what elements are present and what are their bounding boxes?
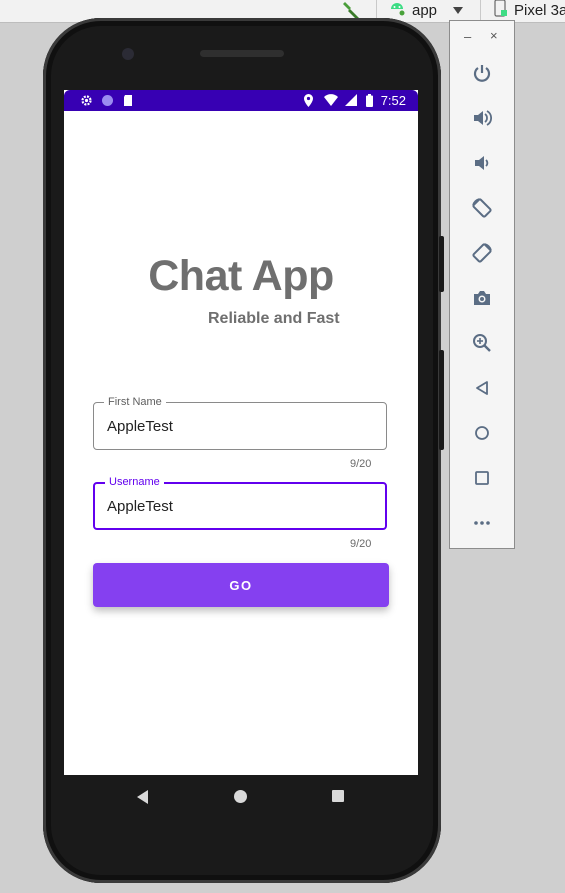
emulator-control-panel: – × [449,20,515,549]
run-config-label: app [412,1,438,19]
notification-circle-icon [101,94,114,107]
phone-screen: 7:52 Chat App Reliable and Fast First Na… [64,90,418,775]
zoom-icon[interactable] [470,331,494,355]
username-input[interactable] [107,498,367,515]
app-title: Chat App [148,252,334,300]
volume-side-button [439,350,444,450]
clock-time: 7:52 [380,93,406,108]
username-label: Username [105,476,164,488]
location-icon [303,94,316,107]
status-bar: 7:52 [64,90,418,111]
cell-signal-icon [344,94,358,107]
device-selector[interactable]: Pixel 3a [494,0,565,20]
first-name-field[interactable]: First Name [93,396,387,450]
go-button[interactable]: GO [93,563,389,607]
first-name-input[interactable] [107,418,367,435]
wifi-icon [323,94,338,107]
first-name-counter: 9/20 [350,458,372,470]
camera-icon[interactable] [470,286,494,310]
close-icon[interactable]: × [490,28,498,43]
device-label: Pixel 3a [514,1,565,19]
rotate-left-icon[interactable] [470,196,494,220]
settings-gear-icon [80,94,93,107]
first-name-label: First Name [104,396,166,408]
back-icon[interactable] [470,376,494,400]
phone-device-icon [494,0,508,21]
home-icon[interactable] [470,421,494,445]
volume-down-icon[interactable] [470,151,494,175]
volume-up-icon[interactable] [470,106,494,130]
chevron-down-icon [453,6,464,14]
power-icon[interactable] [470,61,494,85]
more-icon[interactable] [470,511,494,535]
front-camera [122,48,134,60]
power-side-button [439,236,444,292]
username-counter: 9/20 [350,538,372,550]
app-subtitle: Reliable and Fast [208,310,340,327]
username-field[interactable]: Username [93,476,387,530]
system-nav-bar [64,775,418,820]
nav-home-icon[interactable] [234,790,247,803]
sd-card-icon [122,94,135,107]
nav-recents-icon[interactable] [332,790,344,802]
run-config-dropdown[interactable]: app [388,0,464,20]
android-icon [388,0,406,20]
overview-icon[interactable] [470,466,494,490]
rotate-right-icon[interactable] [470,241,494,265]
battery-icon [365,94,373,107]
nav-back-icon[interactable] [137,790,148,804]
build-hammer-icon[interactable] [340,0,364,20]
toolbar-separator [480,0,481,22]
minimize-icon[interactable]: – [464,29,471,44]
earpiece-speaker [200,50,284,57]
